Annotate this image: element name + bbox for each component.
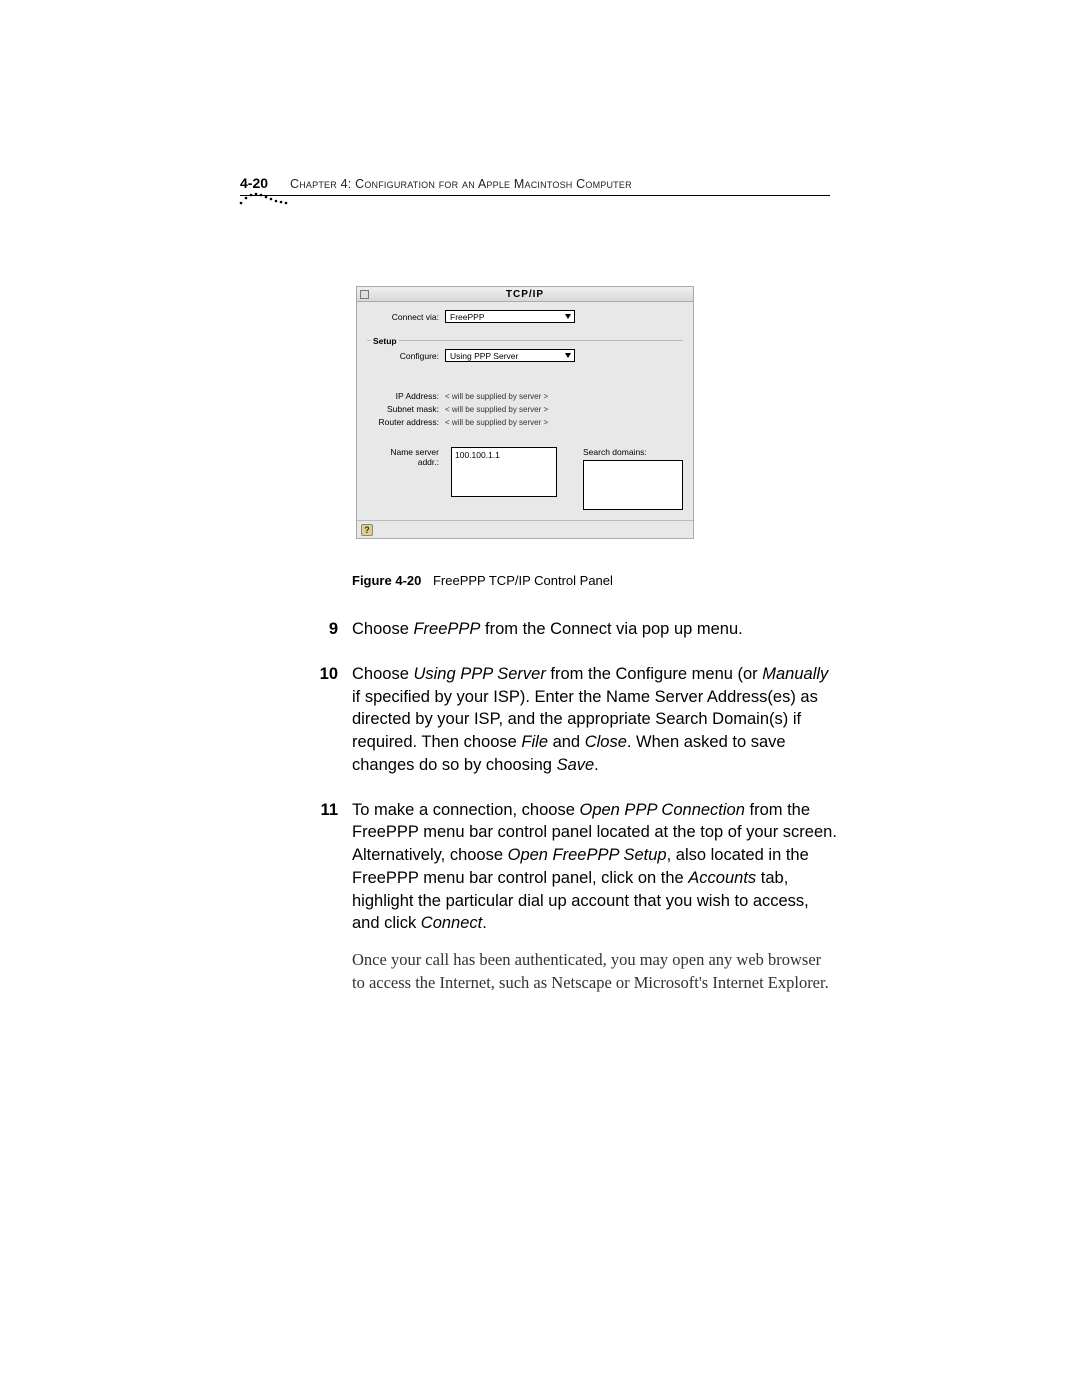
- step-paragraph: Choose FreePPP from the Connect via pop …: [352, 618, 838, 641]
- figure-caption-text: FreePPP TCP/IP Control Panel: [433, 573, 613, 588]
- panel-title: TCP/IP: [357, 289, 693, 300]
- name-server-input[interactable]: 100.100.1.1: [451, 447, 557, 497]
- search-domains-label: Search domains:: [583, 447, 683, 457]
- connect-via-select[interactable]: FreePPP: [445, 310, 575, 323]
- step-item: 10Choose Using PPP Server from the Confi…: [308, 663, 838, 777]
- ip-address-value: < will be supplied by server >: [445, 392, 548, 401]
- configure-label: Configure:: [367, 351, 445, 361]
- step-paragraph: Choose Using PPP Server from the Configu…: [352, 663, 838, 777]
- step-body: To make a connection, choose Open PPP Co…: [352, 799, 838, 995]
- step-number: 11: [308, 799, 338, 995]
- panel-titlebar: TCP/IP: [357, 287, 693, 302]
- step-number: 10: [308, 663, 338, 777]
- tcpip-panel: TCP/IP Connect via: FreePPP Setup Config…: [356, 286, 694, 539]
- configure-select[interactable]: Using PPP Server: [445, 349, 575, 362]
- subnet-label: Subnet mask:: [367, 404, 445, 414]
- dotted-ornament: [238, 191, 298, 209]
- ip-address-label: IP Address:: [367, 391, 445, 401]
- step-item: 11To make a connection, choose Open PPP …: [308, 799, 838, 995]
- step-body: Choose FreePPP from the Connect via pop …: [352, 618, 838, 641]
- chapter-label: Chapter 4: Configuration for an Apple Ma…: [290, 177, 632, 191]
- step-paragraph: Once your call has been authenticated, y…: [352, 949, 838, 995]
- step-body: Choose Using PPP Server from the Configu…: [352, 663, 838, 777]
- page-number: 4-20: [240, 175, 272, 191]
- header-rule: [240, 195, 830, 196]
- step-number: 9: [308, 618, 338, 641]
- figure-caption: Figure 4-20 FreePPP TCP/IP Control Panel: [352, 573, 838, 588]
- help-icon[interactable]: ?: [361, 524, 373, 536]
- search-domains-input[interactable]: [583, 460, 683, 510]
- setup-groupbox-label: Setup: [371, 336, 399, 346]
- router-value: < will be supplied by server >: [445, 418, 548, 427]
- subnet-value: < will be supplied by server >: [445, 405, 548, 414]
- connect-via-label: Connect via:: [367, 312, 445, 322]
- name-server-label: Name server addr.:: [367, 447, 445, 467]
- step-item: 9 Choose FreePPP from the Connect via pop…: [308, 618, 838, 641]
- step-paragraph: To make a connection, choose Open PPP Co…: [352, 799, 838, 936]
- figure-label: Figure 4-20: [352, 573, 421, 588]
- router-label: Router address:: [367, 417, 445, 427]
